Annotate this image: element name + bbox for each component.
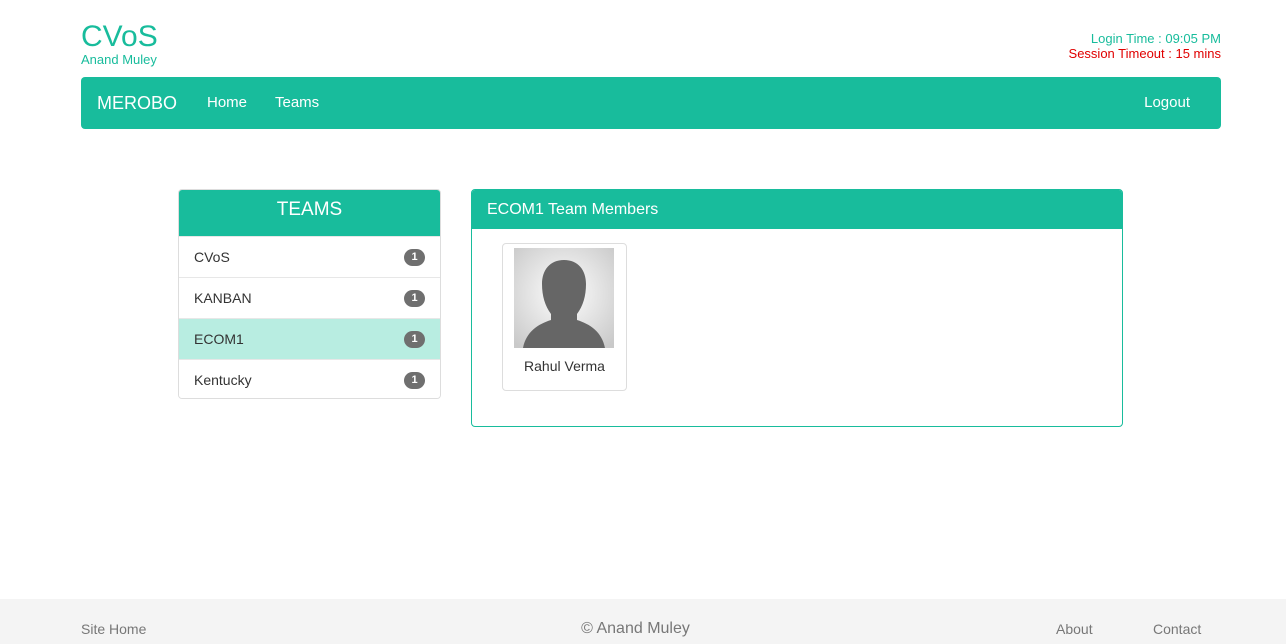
team-members-heading: ECOM1 Team Members xyxy=(472,190,1122,229)
team-member-count-badge: 1 xyxy=(404,331,425,348)
app-title: CVoS xyxy=(81,20,158,53)
page-footer: Site Home © Anand Muley About Contact xyxy=(0,599,1286,644)
team-item-kentucky[interactable]: Kentucky 1 xyxy=(179,359,440,398)
team-item-kanban[interactable]: KANBAN 1 xyxy=(179,277,440,318)
nav-home-link[interactable]: Home xyxy=(207,77,247,129)
logout-link[interactable]: Logout xyxy=(1144,77,1190,129)
team-item-label: ECOM1 xyxy=(194,331,244,347)
session-timeout: Session Timeout : 15 mins xyxy=(1068,46,1221,61)
session-info: Login Time : 09:05 PM Session Timeout : … xyxy=(1069,31,1221,61)
member-name: Rahul Verma xyxy=(524,358,605,374)
team-member-count-badge: 1 xyxy=(404,372,425,389)
teams-panel: TEAMS CVoS 1 KANBAN 1 ECOM1 1 Kentucky 1 xyxy=(178,189,441,399)
logged-in-user: Anand Muley xyxy=(81,52,157,67)
team-members-panel: ECOM1 Team Members Rahul Verma xyxy=(471,189,1123,427)
team-item-ecom1[interactable]: ECOM1 1 xyxy=(179,318,440,359)
team-item-label: KANBAN xyxy=(194,290,252,306)
team-item-label: Kentucky xyxy=(194,372,252,388)
team-item-cvos[interactable]: CVoS 1 xyxy=(179,236,440,277)
team-member-count-badge: 1 xyxy=(404,290,425,307)
teams-panel-heading: TEAMS xyxy=(179,190,440,236)
team-member-count-badge: 1 xyxy=(404,249,425,266)
footer-copyright: © Anand Muley xyxy=(581,620,690,637)
user-silhouette-icon xyxy=(514,248,614,348)
login-time: Login Time : 09:05 PM xyxy=(1090,31,1221,46)
footer-about-link[interactable]: About xyxy=(1056,621,1093,637)
member-card[interactable]: Rahul Verma xyxy=(502,243,627,391)
nav-teams-link[interactable]: Teams xyxy=(275,77,319,129)
app-header: CVoS Anand Muley Login Time : 09:05 PM S… xyxy=(81,20,1221,70)
navbar-brand[interactable]: MEROBO xyxy=(97,77,177,129)
footer-contact-link[interactable]: Contact xyxy=(1153,621,1201,637)
team-item-label: CVoS xyxy=(194,249,230,265)
main-navbar: MEROBO Home Teams Logout xyxy=(81,77,1221,129)
